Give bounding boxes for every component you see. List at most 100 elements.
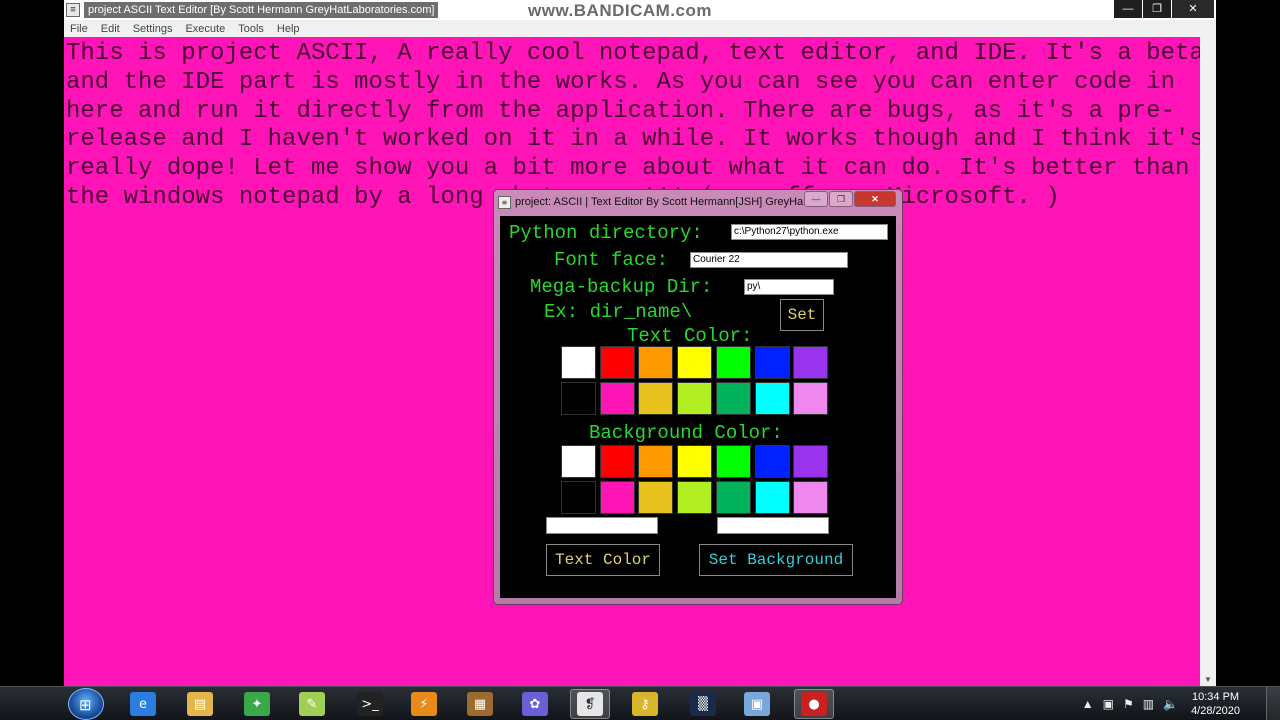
- show-desktop-button[interactable]: [1266, 687, 1280, 720]
- tray-flag-icon[interactable]: ⚑: [1123, 697, 1134, 711]
- taskbar-dosbox-button[interactable]: ▦: [460, 689, 500, 719]
- text-color-button[interactable]: Text Color: [546, 544, 660, 576]
- start-button[interactable]: ⊞: [68, 688, 104, 720]
- dialog-maximize-button[interactable]: ❐: [829, 191, 853, 207]
- python-directory-label: Python directory:: [509, 222, 703, 244]
- taskbar-record-button[interactable]: ●: [794, 689, 834, 719]
- text-color-swatch[interactable]: [599, 382, 635, 415]
- dialog-minimize-button[interactable]: —: [804, 191, 828, 207]
- taskbar-app-button[interactable]: ✿: [515, 689, 555, 719]
- text-color-swatch[interactable]: [677, 346, 713, 379]
- text-color-swatch[interactable]: [638, 346, 674, 379]
- tray-device-icon[interactable]: ▣: [1103, 697, 1114, 711]
- text-color-swatch[interactable]: [561, 382, 596, 415]
- set-background-button[interactable]: Set Background: [699, 544, 853, 576]
- menu-execute[interactable]: Execute: [185, 23, 225, 35]
- text-color-swatch[interactable]: [561, 346, 596, 379]
- background-color-swatch[interactable]: [793, 445, 829, 478]
- text-color-swatch[interactable]: [754, 346, 790, 379]
- taskbar-notepad-button[interactable]: ✎: [292, 689, 332, 719]
- background-color-swatch[interactable]: [793, 481, 829, 514]
- bandicam-watermark: www.BANDICAM.com: [528, 1, 712, 20]
- minimize-button[interactable]: —: [1114, 0, 1142, 18]
- background-color-swatch[interactable]: [677, 445, 713, 478]
- text-color-swatch[interactable]: [715, 382, 751, 415]
- python-editor-icon: ❡: [577, 692, 603, 716]
- folder-icon: ▤: [187, 692, 213, 716]
- text-color-swatch[interactable]: [793, 346, 829, 379]
- background-color-swatch[interactable]: [754, 481, 790, 514]
- taskbar-ie-button[interactable]: e: [123, 689, 163, 719]
- taskbar-keys-button[interactable]: ⚷: [625, 689, 665, 719]
- tray-network-icon[interactable]: ▥: [1143, 697, 1154, 711]
- tray-expand-icon[interactable]: ▲: [1082, 697, 1094, 711]
- menu-file[interactable]: File: [70, 23, 88, 35]
- background-color-swatch[interactable]: [599, 445, 635, 478]
- terminal-icon: ▒: [690, 692, 716, 716]
- cmd-icon: >_: [357, 692, 383, 716]
- dosbox-icon: ▦: [467, 692, 493, 716]
- background-color-swatch[interactable]: [715, 481, 751, 514]
- text-color-label: Text Color:: [627, 325, 753, 347]
- text-color-swatch[interactable]: [599, 346, 635, 379]
- dialog-close-button[interactable]: ✕: [854, 191, 896, 207]
- mega-backup-label: Mega-backup Dir:: [530, 276, 713, 298]
- taskbar-folder-button[interactable]: ▤: [180, 689, 220, 719]
- menu-tools[interactable]: Tools: [238, 23, 264, 35]
- text-color-swatch[interactable]: [677, 382, 713, 415]
- background-color-label: Background Color:: [589, 422, 783, 444]
- notepad-icon: ✎: [299, 692, 325, 716]
- editor-text-area[interactable]: This is project ASCII, A really cool not…: [66, 40, 1206, 213]
- python-directory-input[interactable]: c:\Python27\python.exe: [731, 224, 888, 240]
- dialog-title: project: ASCII | Text Editor By Scott He…: [515, 196, 813, 208]
- taskbar-image-button[interactable]: ▣: [737, 689, 777, 719]
- background-color-swatch[interactable]: [561, 481, 596, 514]
- image-icon: ▣: [744, 692, 770, 716]
- taskbar-cmd-button[interactable]: >_: [350, 689, 390, 719]
- background-color-swatch[interactable]: [754, 445, 790, 478]
- taskbar: ⊞ e ▤ ✦ ✎ >_ ⚡ ▦ ✿ ❡ ⚷ ▒ ▣ ● ▲ ▣ ⚑ ▥ 🔈 10:34 PM 4/28…: [0, 686, 1280, 720]
- dialog-body: Python directory: c:\Python27\python.exe…: [500, 216, 896, 598]
- menu-settings[interactable]: Settings: [133, 23, 173, 35]
- text-color-value-input[interactable]: [546, 517, 658, 534]
- winamp-icon: ⚡: [411, 692, 437, 716]
- font-face-label: Font face:: [554, 249, 669, 271]
- taskbar-python-editor-button[interactable]: ❡: [570, 689, 610, 719]
- menu-help[interactable]: Help: [277, 23, 300, 35]
- scroll-down-icon[interactable]: ▼: [1204, 675, 1212, 684]
- taskbar-media-button[interactable]: ✦: [237, 689, 277, 719]
- background-color-swatch[interactable]: [599, 481, 635, 514]
- dialog-app-icon: ≡: [498, 195, 511, 209]
- background-color-swatch[interactable]: [638, 445, 674, 478]
- maximize-button[interactable]: ❐: [1143, 0, 1171, 18]
- app-icon: ≡: [66, 3, 80, 17]
- text-color-swatch[interactable]: [793, 382, 829, 415]
- tray-volume-icon[interactable]: 🔈: [1163, 697, 1178, 711]
- set-button[interactable]: Set: [780, 299, 824, 331]
- system-tray: ▲ ▣ ⚑ ▥ 🔈 10:34 PM 4/28/2020: [1082, 687, 1240, 720]
- background-color-swatch[interactable]: [677, 481, 713, 514]
- clock[interactable]: 10:34 PM 4/28/2020: [1191, 690, 1240, 718]
- background-color-swatch[interactable]: [561, 445, 596, 478]
- taskbar-winamp-button[interactable]: ⚡: [404, 689, 444, 719]
- text-color-swatch[interactable]: [638, 382, 674, 415]
- windows-logo-icon: ⊞: [79, 697, 92, 714]
- background-color-swatch[interactable]: [638, 481, 674, 514]
- keys-icon: ⚷: [632, 692, 658, 716]
- text-color-swatch[interactable]: [715, 346, 751, 379]
- ie-icon: e: [130, 692, 156, 716]
- mega-backup-input[interactable]: py\: [744, 279, 834, 295]
- background-color-swatch[interactable]: [715, 445, 751, 478]
- media-icon: ✦: [244, 692, 270, 716]
- text-color-swatch[interactable]: [754, 382, 790, 415]
- window-title: project ASCII Text Editor [By Scott Herm…: [84, 2, 439, 18]
- font-face-input[interactable]: Courier 22: [690, 252, 848, 268]
- menu-edit[interactable]: Edit: [101, 23, 120, 35]
- background-color-value-input[interactable]: [717, 517, 829, 534]
- vertical-scrollbar[interactable]: ▼: [1200, 37, 1216, 686]
- close-button[interactable]: ✕: [1172, 0, 1214, 18]
- taskbar-terminal-button[interactable]: ▒: [683, 689, 723, 719]
- settings-dialog: ≡ project: ASCII | Text Editor By Scott …: [493, 189, 903, 605]
- dialog-title-bar[interactable]: ≡ project: ASCII | Text Editor By Scott …: [498, 193, 812, 211]
- menu-bar: File Edit Settings Execute Tools Help: [64, 20, 1216, 37]
